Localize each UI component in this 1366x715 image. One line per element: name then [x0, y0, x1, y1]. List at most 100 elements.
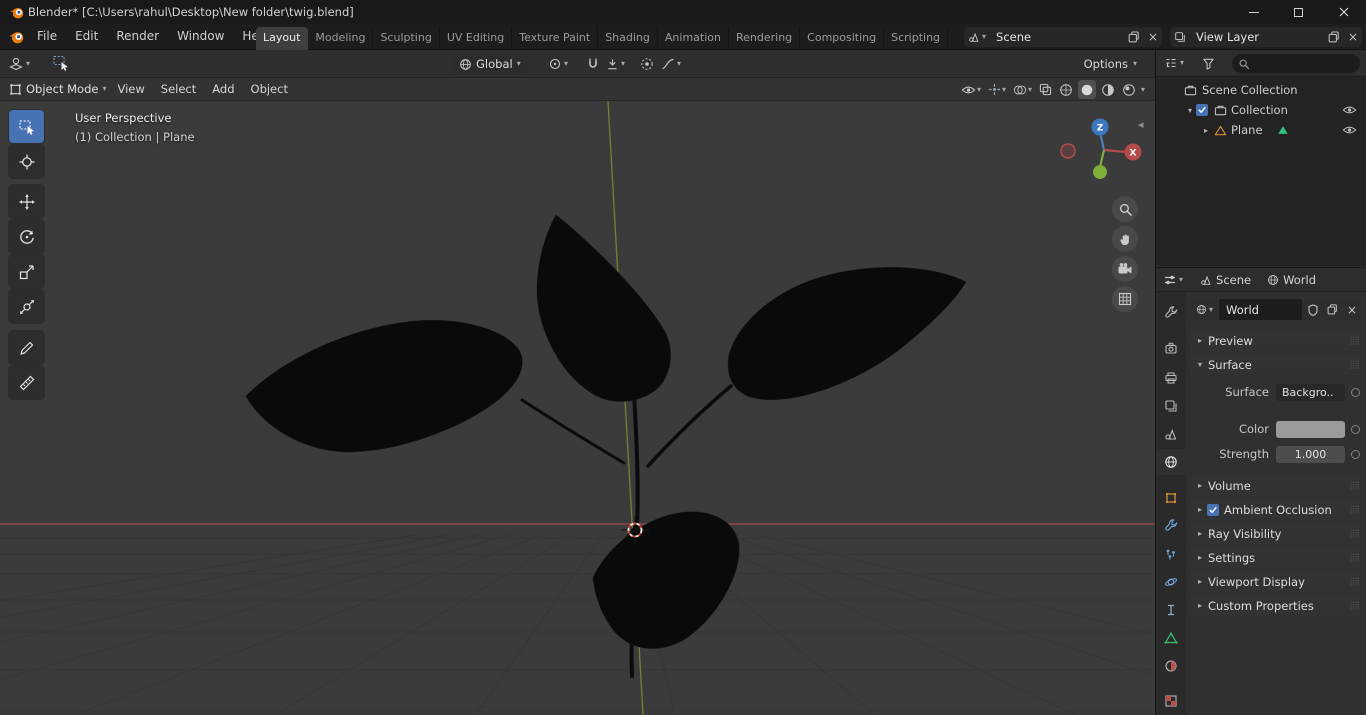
blender-menu-icon[interactable] [8, 29, 24, 45]
breadcrumb-world[interactable]: World [1267, 273, 1316, 287]
outliner-row-collection[interactable]: ▾ Collection [1156, 100, 1366, 120]
properties-tab-tool[interactable] [1156, 300, 1186, 326]
tab-scripting[interactable]: Scripting [884, 27, 949, 50]
panel-preview[interactable]: ▸ Preview ⣿⣿ [1189, 330, 1363, 351]
tab-shading[interactable]: Shading [598, 27, 658, 50]
tab-texture-paint[interactable]: Texture Paint [512, 27, 599, 50]
tool-select-box[interactable] [9, 110, 44, 143]
panel-surface[interactable]: ▾ Surface ⣿⣿ [1189, 354, 1363, 375]
animate-decorator-dot[interactable] [1351, 387, 1360, 397]
shading-options-dropdown[interactable]: ▾ [1141, 85, 1145, 94]
minimize-button[interactable] [1231, 0, 1276, 24]
xray-toggle-button[interactable] [1037, 80, 1054, 99]
toggle-ortho-button[interactable] [1112, 286, 1138, 312]
object-visibility-dropdown[interactable]: ▾ [959, 80, 983, 99]
editor-type-button[interactable]: ▾ [5, 53, 33, 75]
panel-grip-icon[interactable]: ⣿⣿ [1349, 601, 1360, 610]
tab-uv-editing[interactable]: UV Editing [440, 27, 513, 50]
panel-grip-icon[interactable]: ⣿⣿ [1349, 529, 1360, 538]
viewport-menu-object[interactable]: Object [243, 78, 296, 100]
scene-unlink-button[interactable]: × [1144, 27, 1162, 47]
properties-tab-scene[interactable] [1156, 421, 1186, 447]
zoom-button[interactable] [1112, 196, 1138, 222]
panel-grip-icon[interactable]: ⣿⣿ [1349, 553, 1360, 562]
outliner-filter-button[interactable] [1199, 52, 1218, 74]
unlink-world-button[interactable]: × [1343, 299, 1361, 320]
tab-modeling[interactable]: Modeling [308, 27, 374, 50]
gizmo-x-negative-axis[interactable] [1060, 143, 1076, 159]
collection-checkbox[interactable] [1196, 104, 1208, 116]
menu-file[interactable]: File [28, 24, 66, 49]
tool-rotate[interactable] [9, 220, 44, 253]
properties-tab-render[interactable] [1156, 335, 1186, 361]
new-world-button[interactable] [1323, 299, 1342, 320]
add-workspace-button[interactable]: + [948, 27, 956, 50]
tool-measure[interactable] [9, 366, 44, 399]
panel-settings[interactable]: ▸ Settings ⣿⣿ [1189, 547, 1363, 568]
proportional-falloff-dropdown[interactable]: ▾ [658, 53, 684, 75]
panel-ray-visibility[interactable]: ▸ Ray Visibility ⣿⣿ [1189, 523, 1363, 544]
properties-tab-output[interactable] [1156, 365, 1186, 391]
properties-tab-particles[interactable] [1156, 541, 1186, 567]
maximize-button[interactable] [1276, 0, 1321, 24]
viewport-canvas[interactable] [0, 101, 1155, 715]
panel-ambient-occlusion[interactable]: ▸ Ambient Occlusion ⣿⣿ [1189, 499, 1363, 520]
proportional-editing-button[interactable] [637, 53, 657, 75]
shading-solid-button[interactable] [1077, 80, 1096, 99]
properties-tab-texture[interactable] [1156, 688, 1186, 714]
scene-new-button[interactable] [1124, 27, 1144, 47]
viewport-menu-add[interactable]: Add [204, 78, 242, 100]
properties-tab-object[interactable] [1156, 485, 1186, 511]
menu-edit[interactable]: Edit [66, 24, 107, 49]
outliner-row-plane[interactable]: ▸ Plane [1156, 120, 1366, 140]
menu-window[interactable]: Window [168, 24, 233, 49]
properties-tab-world[interactable] [1156, 449, 1186, 475]
tab-layout[interactable]: Layout [256, 27, 309, 50]
view-layer-new-button[interactable] [1324, 27, 1344, 47]
shading-wireframe-button[interactable] [1057, 80, 1075, 99]
properties-tab-physics[interactable] [1156, 569, 1186, 595]
scene-name-field[interactable]: Scene [990, 30, 1124, 44]
tool-move[interactable] [9, 185, 44, 218]
viewport-menu-view[interactable]: View [109, 78, 152, 100]
color-swatch[interactable] [1276, 420, 1345, 438]
shading-rendered-button[interactable] [1120, 80, 1138, 99]
strength-field[interactable]: 1.000 [1276, 445, 1345, 463]
tab-rendering[interactable]: Rendering [729, 27, 801, 50]
fake-user-button[interactable] [1303, 299, 1322, 320]
pan-button[interactable] [1112, 226, 1138, 252]
tab-animation[interactable]: Animation [658, 27, 729, 50]
viewport-menu-select[interactable]: Select [153, 78, 204, 100]
close-button[interactable] [1321, 0, 1366, 24]
view-layer-remove-button[interactable]: × [1344, 27, 1362, 47]
panel-grip-icon[interactable]: ⣿⣿ [1349, 360, 1360, 369]
outliner-editor-type-button[interactable]: ▾ [1161, 52, 1187, 74]
world-browse-button[interactable]: ▾ [1191, 299, 1218, 320]
gizmos-dropdown[interactable]: ▾ [986, 80, 1008, 99]
disclosure-closed-icon[interactable]: ▸ [1200, 126, 1212, 135]
breadcrumb-scene[interactable]: Scene [1200, 273, 1251, 287]
ambient-occlusion-checkbox[interactable] [1207, 503, 1219, 516]
animate-decorator-dot[interactable] [1351, 424, 1360, 434]
options-dropdown[interactable]: Options ▾ [1081, 53, 1140, 75]
search-input[interactable] [1254, 57, 1344, 70]
panel-viewport-display[interactable]: ▸ Viewport Display ⣿⣿ [1189, 571, 1363, 592]
tab-sculpting[interactable]: Sculpting [373, 27, 440, 50]
outliner-row-scene-collection[interactable]: Scene Collection [1156, 80, 1366, 100]
tool-transform[interactable] [9, 290, 44, 323]
properties-tab-view-layer[interactable] [1156, 393, 1186, 419]
panel-custom-properties[interactable]: ▸ Custom Properties ⣿⣿ [1189, 595, 1363, 616]
view-layer-name-field[interactable]: View Layer [1190, 30, 1324, 44]
snap-settings-dropdown[interactable]: ▾ [603, 53, 628, 75]
gizmo-y-axis[interactable] [1093, 165, 1107, 179]
hide-in-viewport-toggle[interactable] [1342, 105, 1357, 115]
snap-toggle-button[interactable] [583, 53, 603, 75]
panel-grip-icon[interactable]: ⣿⣿ [1349, 577, 1360, 586]
mode-dropdown[interactable]: Object Mode ▾ [6, 78, 109, 100]
tool-annotate[interactable] [9, 331, 44, 364]
sidebar-collapse-arrow[interactable]: ◂ [1138, 118, 1144, 131]
active-tool-button[interactable] [49, 52, 73, 74]
tab-compositing[interactable]: Compositing [800, 27, 885, 50]
overlays-dropdown[interactable]: ▾ [1011, 80, 1034, 99]
panel-grip-icon[interactable]: ⣿⣿ [1349, 336, 1360, 345]
